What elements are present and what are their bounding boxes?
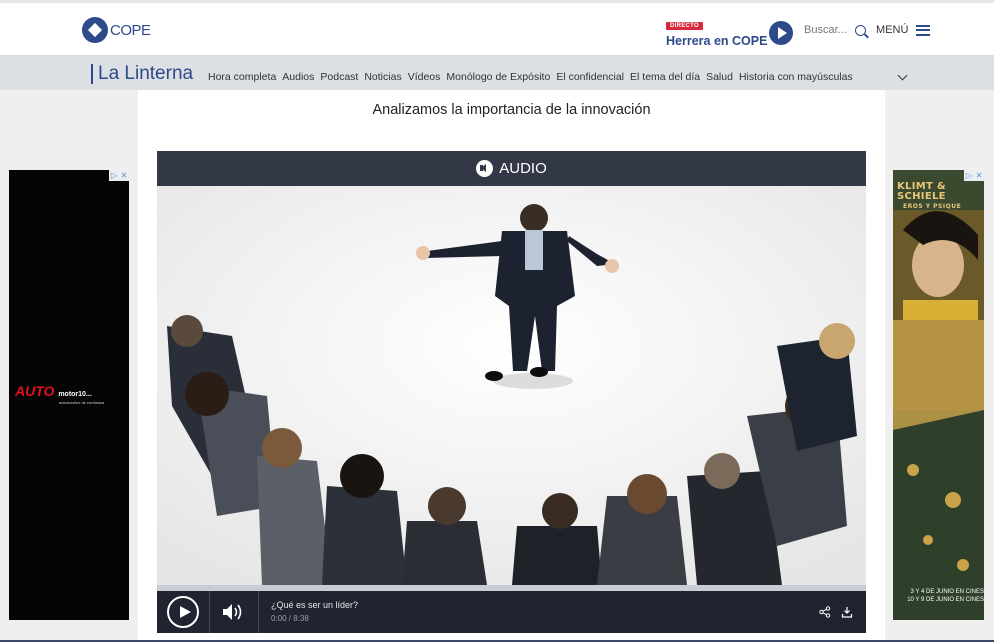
subnav-links: Hora completa Audios Podcast Noticias Ví… [208,71,853,83]
search-button[interactable]: Buscar... [804,24,866,36]
player-controls: ¿Qué es ser un líder? 0:00 / 8:38 [157,591,866,633]
share-icon [819,606,831,618]
ad-brand-text: AUTO [15,383,55,399]
top-header: COPE DIRECTO Herrera en COPE Buscar... M… [0,0,994,56]
live-play-button[interactable] [769,21,793,45]
leader-illustration [157,186,866,585]
menu-label: MENÚ [876,24,909,36]
program-subnav: La Linterna Hora completa Audios Podcast… [0,56,994,90]
ad-brand-small: motor10... [58,391,92,398]
volume-button[interactable] [210,591,259,633]
ad-right-date-2: 10 Y 9 DE JUNIO EN CINES [907,597,984,603]
left-ad-banner[interactable]: ▷ ✕ AUTO motor10... automóviles de confia… [9,170,129,620]
subnav-link-podcast[interactable]: Podcast [320,71,358,83]
speaker-icon [476,160,494,177]
live-program-title[interactable]: Herrera en COPE [666,34,767,48]
subnav-link-salud[interactable]: Salud [706,71,733,83]
search-label: Buscar... [804,24,847,36]
player-header-label: AUDIO [499,160,547,177]
volume-icon [223,604,242,620]
close-ad-icon[interactable]: ✕ [974,170,984,181]
cope-logo-icon [82,17,108,43]
ad-choices-right[interactable]: ▷ ✕ [964,170,984,181]
hamburger-icon [916,24,931,36]
klimt-artwork [893,170,984,620]
share-button[interactable] [814,591,836,633]
ad-brand-logo: AUTO motor10... [15,383,92,399]
ad-choices[interactable]: ▷ ✕ [109,170,129,181]
cope-logo[interactable]: COPE [82,17,151,43]
play-button[interactable] [157,591,210,633]
subnav-link-confidencial[interactable]: El confidencial [556,71,624,83]
live-badge: DIRECTO [666,22,703,30]
right-ad-banner[interactable]: ▷ ✕ KLIMT & SCHIELE EROS Y PSIQUE 3 Y 4 D… [893,170,984,620]
subnav-link-historia[interactable]: Historia con mayúsculas [739,71,853,83]
article-subtitle: Analizamos la importancia de la innovaci… [372,102,651,118]
track-info: ¿Qué es ser un líder? 0:00 / 8:38 [259,599,814,625]
track-time: 0:00 / 8:38 [271,614,309,623]
subnav-link-videos[interactable]: Vídeos [408,71,441,83]
player-header: AUDIO [157,151,866,186]
track-title: ¿Qué es ser un líder? [271,600,359,610]
close-ad-icon[interactable]: ✕ [119,170,129,181]
download-button[interactable] [836,591,858,633]
subnav-link-noticias[interactable]: Noticias [364,71,401,83]
download-icon [841,607,853,618]
menu-button[interactable]: MENÚ [876,24,931,36]
program-title[interactable]: La Linterna [91,64,193,84]
logo-text: COPE [110,21,151,39]
live-block[interactable]: DIRECTO Herrera en COPE [666,14,767,48]
subnav-link-hora-completa[interactable]: Hora completa [208,71,276,83]
subnav-link-monologo[interactable]: Monólogo de Expósito [446,71,550,83]
audio-player: AUDIO ¿Qué es ser un líder? 0:00 / 8:38 [157,151,866,633]
chevron-down-icon[interactable] [897,70,908,81]
play-icon [167,596,199,628]
search-icon [854,24,866,36]
ad-right-date-1: 3 Y 4 DE JUNIO EN CINES [910,589,984,595]
adchoices-icon: ▷ [110,171,118,180]
subnav-link-audios[interactable]: Audios [282,71,314,83]
ad-tagline: automóviles de confianza [59,400,105,405]
subnav-link-tema-del-dia[interactable]: El tema del día [630,71,700,83]
ad-right-title-text: KLIMT & SCHIELE [897,181,946,202]
adchoices-icon: ▷ [965,171,973,180]
episode-image [157,186,866,585]
ad-right-dates: 3 Y 4 DE JUNIO EN CINES 10 Y 9 DE JUNIO … [896,588,984,604]
ad-right-title: KLIMT & SCHIELE EROS Y PSIQUE [897,182,977,212]
ad-right-subtitle: EROS Y PSIQUE [903,203,962,210]
